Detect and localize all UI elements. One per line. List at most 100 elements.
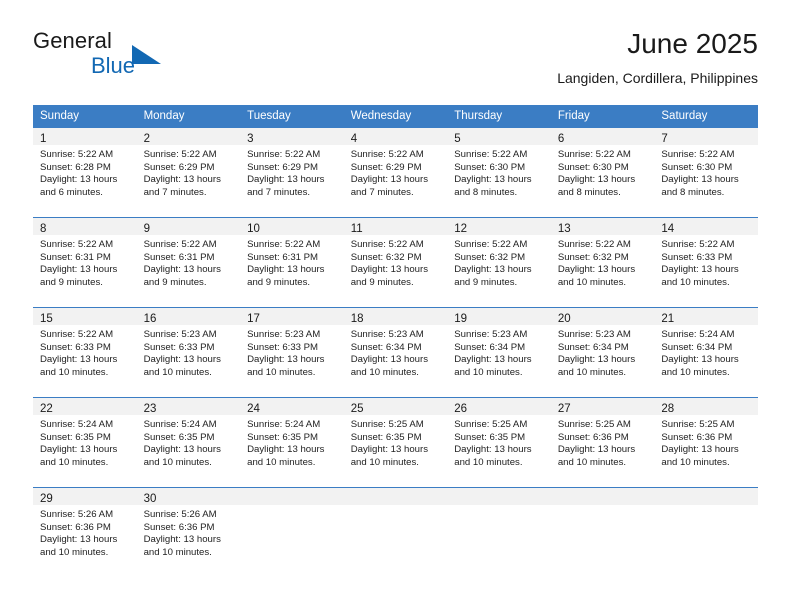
day-cell-body: Sunrise: 5:25 AM Sunset: 6:35 PM Daylight:… <box>447 415 551 469</box>
day-cell-body: Sunrise: 5:22 AM Sunset: 6:30 PM Daylight:… <box>654 145 758 199</box>
day-number-band: 7 <box>654 128 758 145</box>
day-number: 12 <box>454 223 468 235</box>
day-number: 8 <box>40 223 47 235</box>
calendar-week-row: 15 Sunrise: 5:22 AM Sunset: 6:33 PM Dayligh… <box>33 307 758 398</box>
daylight-duration-line2: and 10 minutes. <box>247 366 316 378</box>
daylight-duration-line1: Daylight: 13 hours <box>40 444 118 456</box>
sunset-time: Sunset: 6:35 PM <box>454 431 526 443</box>
daylight-duration-line1: Daylight: 13 hours <box>350 264 429 276</box>
day-number: 5 <box>454 133 461 145</box>
day-number-band <box>447 488 551 505</box>
daylight-duration-line1: Daylight: 13 hours <box>247 174 325 186</box>
day-number-band: 8 <box>33 218 137 235</box>
day-cell-body: Sunrise: 5:22 AM Sunset: 6:33 PM Daylight:… <box>33 325 137 379</box>
sunrise-time: Sunrise: 5:24 AM <box>143 419 217 430</box>
daylight-duration-line2: and 10 minutes. <box>661 276 730 288</box>
calendar-day-cell[interactable]: 9 Sunrise: 5:22 AM Sunset: 6:31 PM Daylight… <box>136 217 241 308</box>
sunrise-time: Sunrise: 5:22 AM <box>40 329 114 340</box>
calendar-day-cell[interactable]: 27 Sunrise: 5:25 AM Sunset: 6:36 PM Dayligh… <box>550 397 655 488</box>
calendar-day-cell[interactable]: 3 Sunrise: 5:22 AM Sunset: 6:29 PM Daylight… <box>240 127 344 218</box>
day-number-band: 1 <box>33 128 137 145</box>
daylight-duration-line1: Daylight: 13 hours <box>557 444 636 456</box>
calendar-day-cell[interactable]: 16 Sunrise: 5:23 AM Sunset: 6:33 PM Dayligh… <box>136 307 241 398</box>
sunset-time: Sunset: 6:34 PM <box>557 341 629 353</box>
day-number-band: 13 <box>550 218 655 235</box>
day-number: 14 <box>661 223 675 235</box>
day-cell-body: Sunrise: 5:25 AM Sunset: 6:36 PM Daylight:… <box>551 415 655 469</box>
calendar-day-cell[interactable]: 14 Sunrise: 5:22 AM Sunset: 6:33 PM Dayligh… <box>654 217 758 308</box>
calendar-day-cell[interactable]: 23 Sunrise: 5:24 AM Sunset: 6:35 PM Dayligh… <box>136 397 241 488</box>
sunrise-time: Sunrise: 5:22 AM <box>454 149 528 160</box>
day-cell-body: Sunrise: 5:25 AM Sunset: 6:36 PM Daylight:… <box>654 415 758 469</box>
day-number-band: 2 <box>136 128 241 145</box>
daylight-duration-line1: Daylight: 13 hours <box>247 444 325 456</box>
general-blue-logo[interactable]: General Blue <box>33 28 213 84</box>
calendar-day-cell[interactable]: 10 Sunrise: 5:22 AM Sunset: 6:31 PM Dayligh… <box>240 217 344 308</box>
sunset-time: Sunset: 6:31 PM <box>40 251 111 263</box>
calendar-day-cell[interactable]: 17 Sunrise: 5:23 AM Sunset: 6:33 PM Dayligh… <box>240 307 344 398</box>
day-number-band: 6 <box>550 128 655 145</box>
sunrise-time: Sunrise: 5:22 AM <box>350 149 424 160</box>
day-cell-body: Sunrise: 5:22 AM Sunset: 6:31 PM Daylight:… <box>33 235 137 289</box>
calendar-day-cell[interactable]: 29 Sunrise: 5:26 AM Sunset: 6:36 PM Dayligh… <box>33 487 137 578</box>
sunrise-time: Sunrise: 5:22 AM <box>661 239 735 250</box>
calendar-day-cell[interactable]: 4 Sunrise: 5:22 AM Sunset: 6:29 PM Daylight… <box>343 127 448 218</box>
daylight-duration-line2: and 10 minutes. <box>661 456 730 468</box>
sunset-time: Sunset: 6:30 PM <box>661 161 733 173</box>
daylight-duration-line1: Daylight: 13 hours <box>143 354 221 366</box>
sunset-time: Sunset: 6:34 PM <box>661 341 733 353</box>
calendar-day-cell[interactable]: 19 Sunrise: 5:23 AM Sunset: 6:34 PM Dayligh… <box>447 307 551 398</box>
calendar-day-cell[interactable]: 21 Sunrise: 5:24 AM Sunset: 6:34 PM Dayligh… <box>654 307 758 398</box>
sunrise-time: Sunrise: 5:22 AM <box>247 239 321 250</box>
calendar-day-cell[interactable]: 26 Sunrise: 5:25 AM Sunset: 6:35 PM Dayligh… <box>447 397 551 488</box>
day-cell-body: Sunrise: 5:26 AM Sunset: 6:36 PM Daylight:… <box>33 505 137 559</box>
daylight-duration-line1: Daylight: 13 hours <box>143 534 221 546</box>
daylight-duration-line1: Daylight: 13 hours <box>661 264 739 276</box>
sunset-time: Sunset: 6:30 PM <box>557 161 629 173</box>
daylight-duration-line1: Daylight: 13 hours <box>40 534 118 546</box>
calendar-day-cell[interactable]: 22 Sunrise: 5:24 AM Sunset: 6:35 PM Dayligh… <box>33 397 137 488</box>
calendar-day-cell[interactable]: 1 Sunrise: 5:22 AM Sunset: 6:28 PM Daylight… <box>33 127 137 218</box>
calendar-day-cell[interactable]: 2 Sunrise: 5:22 AM Sunset: 6:29 PM Daylight… <box>136 127 241 218</box>
daylight-duration-line1: Daylight: 13 hours <box>454 444 532 456</box>
calendar-day-cell[interactable]: 8 Sunrise: 5:22 AM Sunset: 6:31 PM Daylight… <box>33 217 137 308</box>
calendar-day-cell[interactable]: 18 Sunrise: 5:23 AM Sunset: 6:34 PM Dayligh… <box>343 307 448 398</box>
daylight-duration-line1: Daylight: 13 hours <box>454 264 532 276</box>
calendar-empty-cell <box>343 487 448 578</box>
sunset-time: Sunset: 6:33 PM <box>143 341 215 353</box>
day-number-band: 30 <box>136 488 241 505</box>
calendar-day-cell[interactable]: 20 Sunrise: 5:23 AM Sunset: 6:34 PM Dayligh… <box>550 307 655 398</box>
daylight-duration-line1: Daylight: 13 hours <box>557 264 636 276</box>
sunrise-time: Sunrise: 5:23 AM <box>557 329 631 340</box>
daylight-duration-line2: and 10 minutes. <box>40 456 109 468</box>
day-number-band: 28 <box>654 398 758 415</box>
calendar-day-cell[interactable]: 7 Sunrise: 5:22 AM Sunset: 6:30 PM Daylight… <box>654 127 758 218</box>
calendar-day-cell[interactable]: 11 Sunrise: 5:22 AM Sunset: 6:32 PM Dayligh… <box>343 217 448 308</box>
day-cell-body: Sunrise: 5:23 AM Sunset: 6:34 PM Daylight:… <box>551 325 655 379</box>
calendar-day-cell[interactable]: 24 Sunrise: 5:24 AM Sunset: 6:35 PM Dayligh… <box>240 397 344 488</box>
daylight-duration-line1: Daylight: 13 hours <box>350 444 429 456</box>
calendar-day-cell[interactable]: 25 Sunrise: 5:25 AM Sunset: 6:35 PM Dayligh… <box>343 397 448 488</box>
day-number: 29 <box>40 493 53 505</box>
day-cell-body: Sunrise: 5:22 AM Sunset: 6:30 PM Daylight:… <box>551 145 655 199</box>
calendar-page: General Blue June 2025 Langiden, Cordill… <box>0 0 792 612</box>
calendar-day-cell[interactable]: 12 Sunrise: 5:22 AM Sunset: 6:32 PM Dayligh… <box>447 217 551 308</box>
daylight-duration-line1: Daylight: 13 hours <box>40 174 118 186</box>
day-number: 18 <box>350 313 364 325</box>
calendar-day-cell[interactable]: 6 Sunrise: 5:22 AM Sunset: 6:30 PM Daylight… <box>550 127 655 218</box>
day-number: 9 <box>143 223 150 235</box>
day-cell-body: Sunrise: 5:22 AM Sunset: 6:32 PM Daylight:… <box>344 235 448 289</box>
day-number-band: 5 <box>447 128 551 145</box>
calendar-day-cell[interactable]: 13 Sunrise: 5:22 AM Sunset: 6:32 PM Dayligh… <box>550 217 655 308</box>
calendar-day-cell[interactable]: 28 Sunrise: 5:25 AM Sunset: 6:36 PM Dayligh… <box>654 397 758 488</box>
calendar-day-cell[interactable]: 30 Sunrise: 5:26 AM Sunset: 6:36 PM Dayligh… <box>136 487 241 578</box>
daylight-duration-line2: and 10 minutes. <box>350 456 419 468</box>
calendar-day-cell[interactable]: 5 Sunrise: 5:22 AM Sunset: 6:30 PM Daylight… <box>447 127 551 218</box>
day-number-band: 18 <box>343 308 448 325</box>
daylight-duration-line1: Daylight: 13 hours <box>557 354 636 366</box>
daylight-duration-line2: and 10 minutes. <box>143 456 212 468</box>
calendar-day-cell[interactable]: 15 Sunrise: 5:22 AM Sunset: 6:33 PM Dayligh… <box>33 307 137 398</box>
page-subtitle: Langiden, Cordillera, Philippines <box>557 70 758 86</box>
sunset-time: Sunset: 6:29 PM <box>143 161 215 173</box>
sunset-time: Sunset: 6:29 PM <box>247 161 319 173</box>
